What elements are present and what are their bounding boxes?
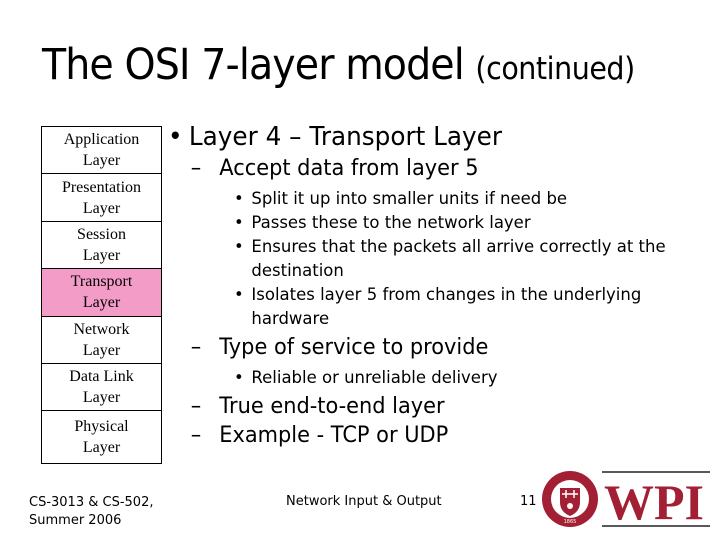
sub-bullet: • Passes these to the network layer (168, 211, 678, 235)
dash-marker: – (190, 394, 202, 419)
layer-application: Application Layer (42, 127, 161, 175)
layer-label: Data Link (69, 368, 134, 386)
bullet-text: Type of service to provide (219, 335, 489, 360)
layer-label: Network (73, 320, 130, 338)
footer-course: CS-3013 & CS-502, Summer 2006 (29, 494, 153, 530)
layer-label: Layer (82, 199, 121, 217)
layer-label: Layer (82, 246, 121, 264)
bullet-item: – True end-to-end layer (168, 394, 681, 419)
bullet-dot-icon: • (233, 368, 244, 388)
bullet-dot-icon: • (233, 237, 244, 257)
seal-year: 1865 (564, 519, 577, 525)
bullet-dot-icon: • (233, 189, 244, 209)
layer-session: Session Layer (42, 222, 161, 270)
sub-bullet-text: Ensures that the packets all arrive corr… (251, 237, 666, 281)
bullet-dot-icon: • (233, 285, 244, 305)
footer-topic: Network Input & Output (286, 494, 442, 509)
layer-network: Network Layer (42, 317, 161, 364)
sub-bullet-text: Reliable or unreliable delivery (251, 368, 498, 388)
footer-course-line: CS-3013 & CS-502, (29, 495, 154, 510)
layer-label: Physical (74, 418, 129, 436)
layer-label: Layer (82, 341, 121, 359)
footer-course-line: Summer 2006 (29, 513, 122, 528)
layer-label: Presentation (61, 178, 142, 196)
bullet-content: Layer 4 – Transport Layer –Accept data f… (168, 122, 708, 448)
bullet-dot-icon: • (233, 213, 244, 233)
slide-title: The OSI 7-layer model (continued) (42, 40, 635, 90)
layer-label: Layer (82, 439, 121, 457)
layer-label: Application (63, 131, 140, 149)
layer-data-link: Data Link Layer (42, 364, 161, 412)
sub-bullet-text: Passes these to the network layer (251, 213, 531, 233)
wpi-logo: 1865 WPI (542, 471, 710, 530)
bullet-text: Example - TCP or UDP (219, 423, 449, 448)
bullet-item: – Example - TCP or UDP (168, 423, 681, 448)
dash-marker: – (190, 156, 202, 181)
bullet-text: Accept data from layer 5 (219, 156, 479, 181)
bullet-item: – Type of service to provide (168, 335, 681, 360)
title-sub: (continued) (475, 51, 635, 87)
wpi-seal-icon: 1865 (542, 471, 598, 527)
dash-marker: – (190, 335, 202, 360)
sub-bullet-text: Isolates layer 5 from changes in the und… (251, 285, 642, 329)
layer-transport: Transport Layer (42, 269, 161, 317)
sub-bullet-text: Split it up into smaller units if need b… (251, 189, 568, 209)
layer-label: Transport (70, 273, 133, 291)
page-number: 11 (520, 494, 537, 509)
bullet-text: True end-to-end layer (219, 394, 445, 419)
layer-label: Session (77, 225, 126, 243)
layer-label: Layer (82, 294, 121, 312)
title-main: The OSI 7-layer model (42, 40, 465, 90)
layer-presentation: Presentation Layer (42, 174, 161, 222)
layer-physical: Physical Layer (42, 411, 161, 463)
sub-bullet: • Isolates layer 5 from changes in the un… (168, 283, 678, 331)
wpi-wordmark: WPI (604, 474, 704, 530)
dash-marker: – (190, 423, 202, 448)
osi-layer-stack: Application Layer Presentation Layer Sessi… (41, 126, 162, 465)
sub-bullet: • Reliable or unreliable delivery (168, 366, 678, 390)
layer-label: Layer (82, 152, 121, 170)
layer-label: Layer (82, 389, 121, 407)
bullet-item: – Accept data from layer 5 (168, 156, 681, 181)
sub-bullet: • Split it up into smaller units if need … (168, 187, 678, 211)
sub-bullet: • Ensures that the packets all arrive cor… (168, 235, 678, 283)
bullet-heading: Layer 4 – Transport Layer (168, 122, 681, 152)
